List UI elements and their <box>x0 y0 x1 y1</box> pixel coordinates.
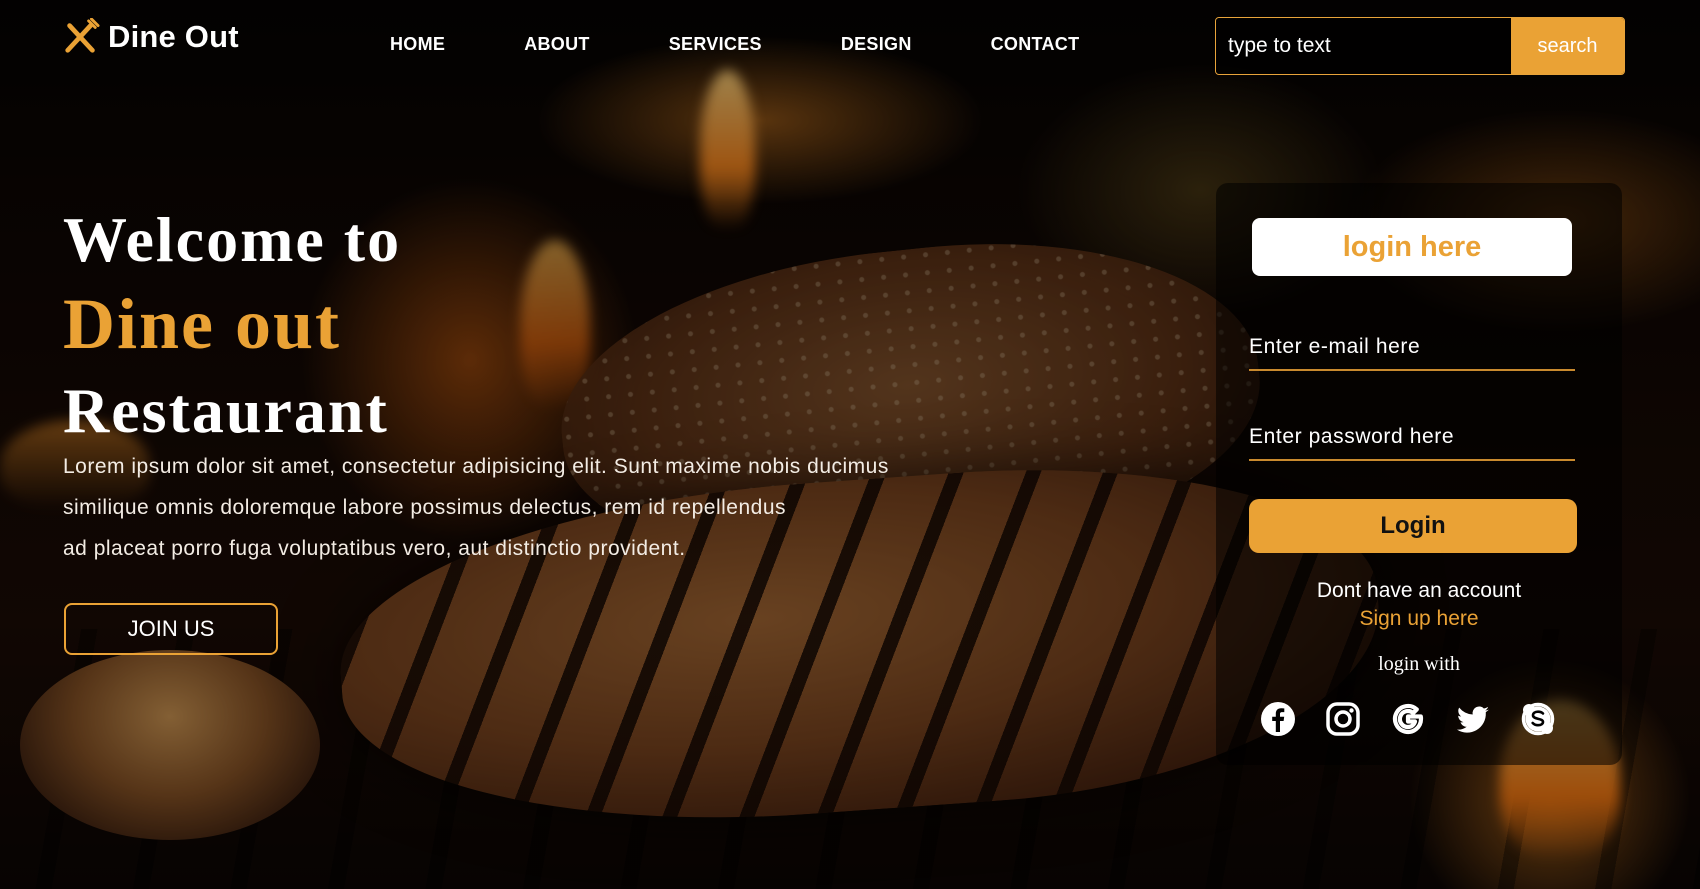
hero-description-line: similique omnis doloremque labore possim… <box>63 496 787 519</box>
instagram-icon[interactable] <box>1325 701 1361 737</box>
brand-name: Dine Out <box>108 19 239 54</box>
main-nav: HOME ABOUT SERVICES DESIGN CONTACT <box>390 34 1079 55</box>
hero-title-line3: Restaurant <box>63 375 389 446</box>
search-input[interactable] <box>1216 18 1511 74</box>
password-field-wrapper <box>1249 419 1575 461</box>
join-us-button[interactable]: JOIN US <box>64 603 278 655</box>
no-account-text: Dont have an account <box>1316 579 1522 602</box>
hero-description-line: ad placeat porro fuga voluptatibus vero,… <box>63 537 686 560</box>
nav-contact[interactable]: CONTACT <box>991 34 1080 55</box>
email-field[interactable] <box>1249 329 1575 369</box>
login-card: login here Login Dont have an account Si… <box>1216 183 1622 765</box>
skype-icon[interactable] <box>1520 701 1556 737</box>
email-field-wrapper <box>1249 329 1575 371</box>
hero-title: Welcome to Dine out Restaurant <box>63 198 401 453</box>
nav-about[interactable]: ABOUT <box>524 34 590 55</box>
fork-knife-icon <box>65 18 100 53</box>
login-button[interactable]: Login <box>1249 499 1577 553</box>
hero-title-line1: Welcome to <box>63 204 402 275</box>
twitter-icon[interactable] <box>1455 701 1491 737</box>
password-field[interactable] <box>1249 419 1575 459</box>
hero-description: Lorem ipsum dolor sit amet, consectetur … <box>63 446 1023 569</box>
social-login-icons <box>1260 701 1556 737</box>
brand-logo[interactable]: Dine Out <box>62 18 239 56</box>
search-bar: search <box>1215 17 1625 75</box>
signup-link[interactable]: Sign up here <box>1216 607 1622 631</box>
search-button[interactable]: search <box>1511 18 1624 74</box>
google-icon[interactable] <box>1390 701 1426 737</box>
nav-design[interactable]: DESIGN <box>841 34 912 55</box>
hero-description-line: Lorem ipsum dolor sit amet, consectetur … <box>63 455 889 478</box>
nav-home[interactable]: HOME <box>390 34 445 55</box>
facebook-icon[interactable] <box>1260 701 1296 737</box>
login-with-label: login with <box>1378 653 1460 675</box>
hero-title-line2: Dine out <box>63 284 342 364</box>
login-heading: login here <box>1252 218 1572 276</box>
nav-services[interactable]: SERVICES <box>669 34 762 55</box>
